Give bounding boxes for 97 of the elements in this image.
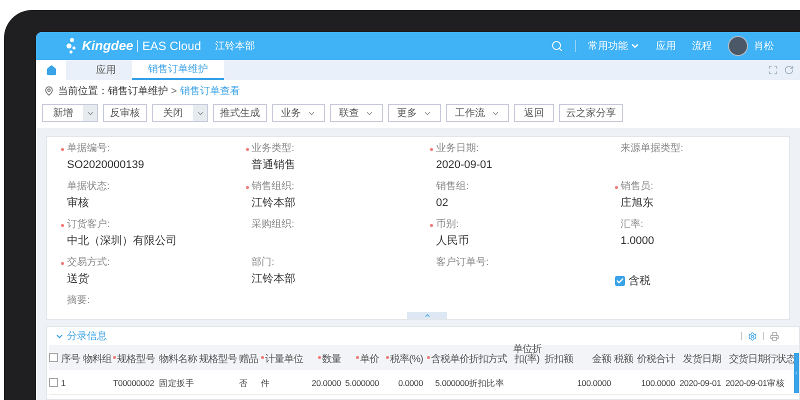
- column-header: 物料名称: [159, 354, 197, 364]
- column-header: 数量: [322, 354, 341, 364]
- printer-icon[interactable]: [770, 332, 779, 340]
- table-cell: 100.0000: [641, 378, 675, 388]
- chevron-up-icon: [424, 312, 430, 319]
- column-header: 计量单位: [265, 354, 303, 364]
- breadcrumb-separator: >: [171, 84, 177, 98]
- caret-icon: [630, 41, 640, 51]
- split-button[interactable]: 关闭: [152, 104, 208, 122]
- column-header: 发货日期: [683, 354, 721, 364]
- field-value: 江铃本部: [250, 196, 296, 210]
- table-cell: 0.0000: [398, 378, 423, 388]
- field-value: 审核: [66, 196, 90, 210]
- column-header: 序号: [61, 354, 80, 364]
- table-cell: 5.000000: [435, 378, 469, 388]
- refresh-icon[interactable]: [784, 65, 794, 75]
- field-label: 订货客户:: [67, 219, 110, 231]
- toolbar-button[interactable]: 返回: [514, 104, 554, 122]
- row-checkbox[interactable]: [49, 378, 58, 386]
- field-label: 来源单据类型:: [620, 143, 684, 155]
- toolbar-button[interactable]: 云之家分享: [559, 104, 623, 122]
- table-cell: 件: [261, 378, 270, 388]
- table-cell: 否: [239, 378, 248, 388]
- field-value: 江铃本部: [250, 272, 296, 286]
- column-header: 折扣方式: [469, 354, 507, 364]
- check-icon: [616, 277, 624, 285]
- toolbar-button[interactable]: 反审核: [103, 104, 147, 122]
- table-cell: 1: [61, 378, 66, 388]
- field-label: 交易方式:: [67, 257, 110, 269]
- field-label: 部门:: [252, 257, 274, 269]
- toolbar-button[interactable]: 推式生成: [213, 104, 267, 122]
- field-label: 单据编号:: [67, 143, 110, 155]
- split-button[interactable]: 新增: [42, 104, 98, 122]
- table-cell: 2020-09-01: [726, 378, 767, 388]
- column-header: 价税合计: [637, 354, 675, 364]
- field-label: 销售组织:: [252, 181, 294, 193]
- table-cell: 固定扳手: [159, 378, 194, 388]
- breadcrumb-label: 当前位置：: [58, 84, 108, 98]
- field-label: 币别:: [436, 219, 459, 231]
- field-label: 汇率:: [620, 219, 644, 231]
- column-header: 规格型号: [199, 354, 237, 364]
- search-icon[interactable]: [551, 40, 563, 52]
- dropdown-button[interactable]: 业务: [272, 104, 325, 122]
- field-label: 业务类型:: [252, 143, 294, 155]
- column-header: 折扣额: [544, 354, 573, 364]
- column-header: 税额: [614, 354, 633, 364]
- column-header: 规格型号: [117, 354, 155, 364]
- checkbox[interactable]: [614, 276, 624, 286]
- field-label: 销售组:: [436, 181, 469, 193]
- dropdown-button[interactable]: 工作流: [446, 104, 509, 122]
- field-label: 采购组织:: [252, 219, 294, 231]
- field-label: 摘要:: [67, 295, 90, 307]
- field-value: 普通销售: [250, 158, 296, 172]
- field-label: 客户订单号:: [436, 257, 489, 269]
- field-label: 业务日期:: [436, 143, 479, 155]
- field-value: 2020-09-01: [435, 158, 494, 172]
- field-value: 庄旭东: [620, 196, 654, 210]
- section-title: 分录信息: [67, 330, 107, 344]
- settings-icon[interactable]: [748, 332, 757, 340]
- select-all-checkbox[interactable]: [49, 353, 58, 362]
- dropdown-button[interactable]: 联查: [330, 104, 383, 122]
- field-label: 销售员:: [620, 181, 654, 193]
- table-cell: 2020-09-01: [680, 378, 721, 388]
- field-value: SO2020000139: [66, 158, 146, 172]
- field-value: 02: [435, 196, 450, 210]
- breadcrumb-link[interactable]: 销售订单维护: [108, 84, 168, 98]
- fullscreen-icon[interactable]: [768, 65, 778, 75]
- field-label: 含税: [628, 274, 650, 289]
- field-label: 单据状态:: [67, 181, 110, 193]
- column-header: 物料组: [83, 354, 112, 364]
- table-cell: 20.0000: [312, 378, 341, 388]
- location-pin-icon: [44, 86, 54, 96]
- org-name: 江铃本部: [215, 40, 255, 54]
- avatar[interactable]: [728, 36, 748, 56]
- product-name: EAS Cloud: [142, 38, 201, 55]
- collapse-handle[interactable]: [407, 312, 447, 319]
- dropdown-button[interactable]: 更多: [388, 104, 441, 122]
- field-value: 人民币: [435, 234, 470, 248]
- logo-text: Kingdee: [82, 37, 134, 56]
- table-cell: 审核: [767, 378, 785, 388]
- field-value: 送货: [66, 272, 90, 286]
- tab[interactable]: 应用: [80, 60, 132, 80]
- table-cell: 5.000000: [345, 378, 379, 388]
- column-header: 赠品: [239, 354, 258, 364]
- column-header: 单价: [360, 354, 379, 364]
- field-value: 中北（深圳）有限公司: [66, 234, 178, 248]
- field-value: 1.0000: [620, 234, 656, 248]
- column-header: 金额: [592, 354, 611, 364]
- home-icon: [46, 64, 56, 76]
- column-header: 交货日期: [729, 354, 767, 364]
- home-tab[interactable]: [36, 60, 66, 80]
- column-header: 单位折扣(率): [512, 345, 543, 365]
- table-cell: T00000002: [113, 378, 154, 388]
- table-cell: 折扣比率: [469, 378, 504, 388]
- column-header: 含税单价: [431, 354, 469, 364]
- table-cell: 100.0000: [577, 378, 611, 388]
- column-header: 税率(%): [390, 354, 423, 364]
